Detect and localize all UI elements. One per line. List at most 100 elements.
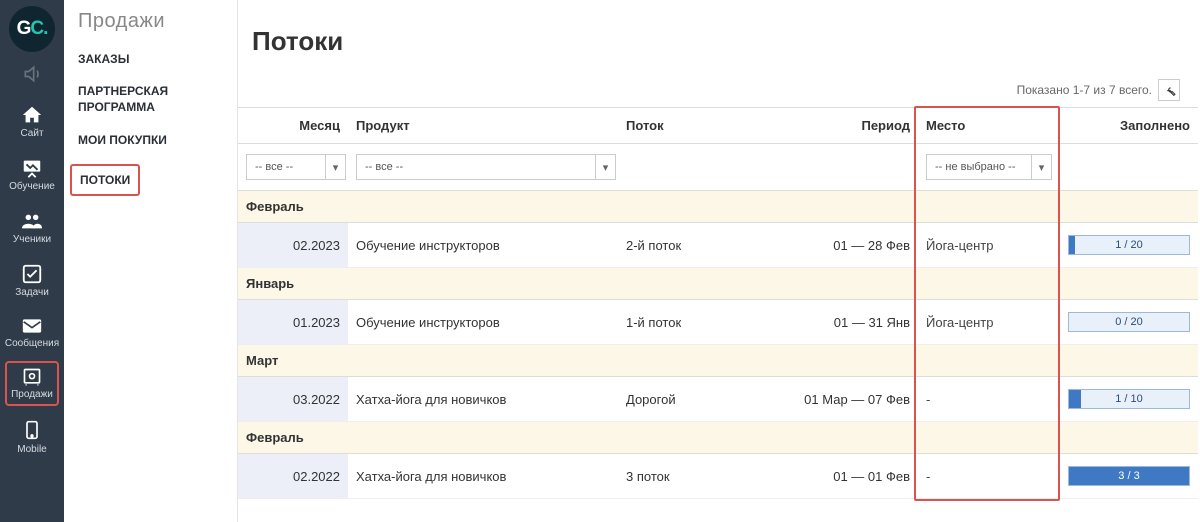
cell-flow: 1-й поток xyxy=(618,300,768,345)
logo-dot: . xyxy=(43,18,47,40)
dropdown-text: -- все -- xyxy=(357,161,595,173)
fill-text: 3 / 3 xyxy=(1118,470,1139,482)
logo-g: G xyxy=(17,18,31,40)
sidenav-item-flows[interactable]: ПОТОКИ xyxy=(70,164,140,196)
group-label: Февраль xyxy=(238,191,1198,223)
cell-product: Обучение инструкторов xyxy=(348,300,618,345)
th-product[interactable]: Продукт xyxy=(348,108,618,144)
cell-fill: 0 / 20 xyxy=(1058,300,1198,345)
table-row[interactable]: 02.2022Хатха-йога для новичков3 поток01 … xyxy=(238,454,1198,499)
cell-fill: 1 / 20 xyxy=(1058,223,1198,268)
iconbar-label: Ученики xyxy=(0,234,64,245)
logo: GC. xyxy=(9,6,55,52)
main: Потоки Показано 1-7 из 7 всего. Месяц Пр… xyxy=(238,0,1180,499)
th-period[interactable]: Период xyxy=(768,108,918,144)
fill-text: 0 / 20 xyxy=(1115,316,1143,328)
table-group-row: Февраль xyxy=(238,422,1198,454)
cell-period: 01 — 01 Фев xyxy=(768,454,918,499)
iconbar-label: Сайт xyxy=(0,128,64,139)
fill-text: 1 / 20 xyxy=(1115,239,1143,251)
cell-flow: 3 поток xyxy=(618,454,768,499)
wrench-icon xyxy=(1163,84,1176,97)
fill-pill: 1 / 10 xyxy=(1068,389,1190,409)
cell-product: Хатха-йога для новичков xyxy=(348,377,618,422)
iconbar-item-tasks[interactable]: Задачи xyxy=(0,257,64,304)
people-icon xyxy=(19,210,45,232)
summary-text: Показано 1-7 из 7 всего. xyxy=(1017,83,1152,97)
check-icon xyxy=(20,263,44,285)
cell-period: 01 — 31 Янв xyxy=(768,300,918,345)
iconbar-item-site[interactable]: Сайт xyxy=(0,98,64,145)
table-group-row: Январь xyxy=(238,268,1198,300)
iconbar-label: Сообщения xyxy=(0,338,64,349)
cell-month: 03.2022 xyxy=(238,377,348,422)
iconbar-item-learn[interactable]: Обучение xyxy=(0,151,64,198)
fill-bar xyxy=(1069,390,1081,408)
iconbar-item-sound[interactable] xyxy=(0,58,64,92)
table-group-row: Март xyxy=(238,345,1198,377)
cell-period: 01 Мар — 07 Фев xyxy=(768,377,918,422)
fill-text: 1 / 10 xyxy=(1115,393,1143,405)
fill-pill: 1 / 20 xyxy=(1068,235,1190,255)
sound-icon xyxy=(21,64,43,84)
iconbar-item-mobile[interactable]: Mobile xyxy=(0,412,64,461)
logo-c: C xyxy=(30,18,43,40)
dropdown-text: -- не выбрано -- xyxy=(927,161,1031,173)
cell-place: - xyxy=(918,454,1058,499)
settings-button[interactable] xyxy=(1158,79,1180,101)
group-label: Февраль xyxy=(238,422,1198,454)
table-filter-row: -- все --▾-- все --▾-- не выбрано --▾ xyxy=(238,144,1198,191)
mobile-icon xyxy=(22,418,42,442)
chevron-down-icon: ▾ xyxy=(1031,155,1051,179)
sidenav-item-affiliate[interactable]: ПАРТНЕРСКАЯ ПРОГРАММА xyxy=(78,83,208,115)
table-group-row: Февраль xyxy=(238,191,1198,223)
cell-product: Обучение инструкторов xyxy=(348,223,618,268)
group-label: Март xyxy=(238,345,1198,377)
sidenav-item-purchases[interactable]: МОИ ПОКУПКИ xyxy=(78,132,167,148)
safe-icon xyxy=(21,367,43,387)
fill-pill: 3 / 3 xyxy=(1068,466,1190,486)
iconbar-item-sales[interactable]: Продажи xyxy=(5,361,59,406)
cell-period: 01 — 28 Фев xyxy=(768,223,918,268)
fill-pill: 0 / 20 xyxy=(1068,312,1190,332)
th-place[interactable]: Место xyxy=(918,108,1058,144)
table-row[interactable]: 03.2022Хатха-йога для новичковДорогой01 … xyxy=(238,377,1198,422)
chevron-down-icon: ▾ xyxy=(595,155,615,179)
group-label: Январь xyxy=(238,268,1198,300)
iconbar-label: Продажи xyxy=(7,389,57,400)
dropdown-text: -- все -- xyxy=(247,161,325,173)
sidenav-item-orders[interactable]: ЗАКАЗЫ xyxy=(78,51,129,67)
cell-flow: Дорогой xyxy=(618,377,768,422)
filter-dropdown[interactable]: -- все --▾ xyxy=(356,154,616,180)
th-fill[interactable]: Заполнено xyxy=(1058,108,1198,144)
sidenav-title: Продажи xyxy=(78,10,237,33)
presentation-icon xyxy=(20,157,44,179)
th-flow[interactable]: Поток xyxy=(618,108,768,144)
iconbar-item-students[interactable]: Ученики xyxy=(0,204,64,251)
filter-dropdown[interactable]: -- все --▾ xyxy=(246,154,346,180)
cell-place: Йога-центр xyxy=(918,300,1058,345)
flows-table: Месяц Продукт Поток Период Место Заполне… xyxy=(238,107,1198,499)
fill-bar xyxy=(1069,236,1075,254)
mail-icon xyxy=(20,316,44,336)
iconbar-label: Задачи xyxy=(0,287,64,298)
cell-fill: 3 / 3 xyxy=(1058,454,1198,499)
table-row[interactable]: 01.2023Обучение инструкторов1-й поток01 … xyxy=(238,300,1198,345)
cell-month: 01.2023 xyxy=(238,300,348,345)
filter-dropdown[interactable]: -- не выбрано --▾ xyxy=(926,154,1052,180)
table-header-row: Месяц Продукт Поток Период Место Заполне… xyxy=(238,108,1198,144)
cell-month: 02.2023 xyxy=(238,223,348,268)
iconbar-item-messages[interactable]: Сообщения xyxy=(0,310,64,355)
home-icon xyxy=(20,104,44,126)
sidenav: Продажи ЗАКАЗЫ ПАРТНЕРСКАЯ ПРОГРАММА МОИ… xyxy=(64,0,238,522)
th-month[interactable]: Месяц xyxy=(238,108,348,144)
cell-flow: 2-й поток xyxy=(618,223,768,268)
chevron-down-icon: ▾ xyxy=(325,155,345,179)
iconbar-label: Обучение xyxy=(0,181,64,192)
iconbar-label: Mobile xyxy=(0,444,64,455)
cell-place: - xyxy=(918,377,1058,422)
page-title: Потоки xyxy=(252,26,1180,57)
cell-product: Хатха-йога для новичков xyxy=(348,454,618,499)
table-row[interactable]: 02.2023Обучение инструкторов2-й поток01 … xyxy=(238,223,1198,268)
cell-month: 02.2022 xyxy=(238,454,348,499)
